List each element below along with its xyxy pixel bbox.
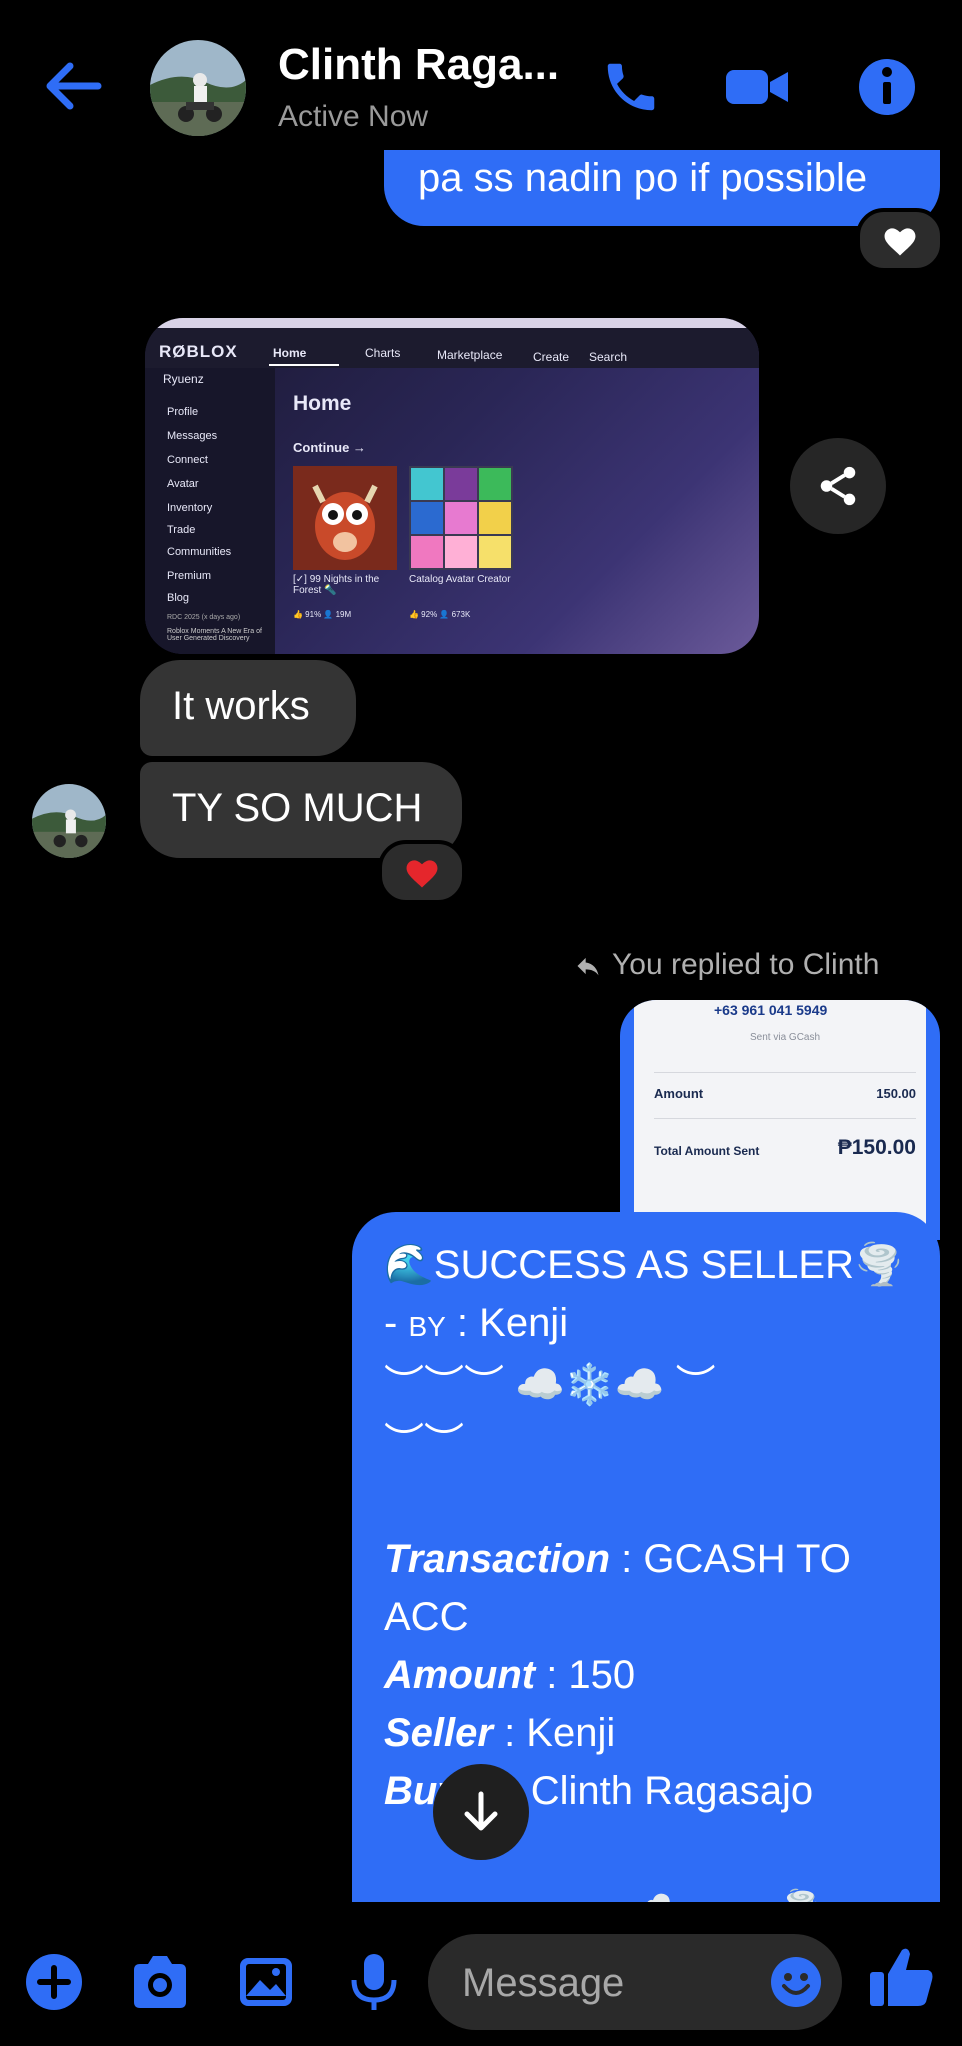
message-input[interactable] [460,1954,764,2012]
roblox-username: Ryuenz [163,372,204,386]
game-title-1: [✓] 99 Nights in the Forest 🔦 [293,574,380,596]
reaction-heart-red[interactable] [378,840,466,904]
video-call-icon[interactable] [722,56,792,118]
transaction-line: Transaction : GCASH TO ACC [384,1530,914,1646]
active-status: Active Now [278,100,429,133]
success-by-line: - BY : Kenji [384,1294,914,1356]
roblox-nav-charts: Charts [365,346,401,360]
sender-avatar[interactable] [32,784,106,858]
roblox-side-item: Blog [167,592,190,604]
roblox-side-item: Profile [167,406,199,418]
game-title-2: Catalog Avatar Creator [409,574,511,585]
thumbs-up-icon[interactable] [866,1944,936,2010]
message-input-field[interactable] [428,1934,842,2030]
roblox-blog-snippet: Roblox Moments A New Era of User Generat… [167,628,262,642]
roblox-screenshot-image[interactable]: RØBLOX Home Charts Marketplace Create Se… [145,318,759,654]
game-stats-2: 👍 92% 👤 673K [409,610,471,619]
seller-line: Seller : Kenji [384,1704,914,1762]
reply-label: You replied to Clinth [612,948,880,981]
scroll-to-bottom-button[interactable] [433,1764,529,1860]
roblox-nav-create: Create [533,350,570,364]
contact-name[interactable]: Clinth Raga... [278,40,559,90]
gcash-total-label: Total Amount Sent [654,1144,760,1158]
back-arrow-icon[interactable] [40,60,104,112]
share-icon [820,466,856,506]
gcash-total-value: ₱150.00 [837,1136,916,1159]
amount-value: : 150 [535,1653,636,1697]
roblox-home-title: Home [293,392,352,415]
by-prefix: - [384,1301,409,1345]
info-icon[interactable] [856,56,918,118]
by-name: : Kenji [445,1301,569,1345]
message-text: TY SO MUCH [172,786,423,830]
roblox-side-item: Connect [167,454,208,466]
roblox-nav-marketplace: Marketplace [437,348,503,362]
phone-call-icon[interactable] [600,56,662,118]
gcash-amount-value: 150.00 [876,1086,916,1101]
gcash-amount-label: Amount [654,1086,704,1101]
message-text: pa ss nadin po if possible [418,156,868,200]
game-thumbnail-avatar [409,466,513,570]
transaction-label: Transaction [384,1537,610,1581]
microphone-icon[interactable] [342,1952,406,2012]
decoration-line: ︶︶︶ ☁️❄️☁️ ︶ [384,1363,716,1407]
game-thumbnail-deer [293,466,397,570]
roblox-blog-note: RDC 2025 (x days ago) [167,614,241,621]
roblox-logo: RØBLOX [159,342,238,361]
roblox-continue: Continue → [293,440,366,455]
gcash-phone: +63 961 041 5949 [714,1002,828,1018]
roblox-side-item: Avatar [167,478,199,490]
gcash-sent-via: Sent via GCash [750,1032,821,1043]
amount-label: Amount [384,1653,536,1697]
amount-line: Amount : 150 [384,1646,914,1704]
sent-message-bubble[interactable]: pa ss nadin po if possible [384,150,940,226]
contact-avatar[interactable] [150,40,246,136]
game-stats-1: 👍 91% 👤 19M [293,610,352,619]
buyer-value: : Clinth Ragasajo [497,1769,814,1813]
camera-icon[interactable] [128,1952,192,2012]
roblox-nav-search: Search [589,350,628,364]
arrow-down-icon [464,1791,498,1831]
decoration-line: ︶︶ [384,1421,464,1465]
roblox-side-item: Communities [167,546,232,558]
quoted-gcash-receipt[interactable]: +63 961 041 5949 Sent via GCash Amount 1… [620,1000,940,1240]
roblox-nav-home: Home [273,346,307,360]
roblox-side-item: Premium [167,570,212,582]
gallery-icon[interactable] [234,1952,298,2012]
emoji-icon[interactable] [770,1956,822,2008]
success-title: 🌊SUCCESS AS SELLER🌪️ [384,1243,904,1287]
seller-label: Seller [384,1711,493,1755]
roblox-side-item: Messages [167,430,218,442]
received-message-bubble[interactable]: It works [140,660,356,756]
roblox-side-item: Trade [167,524,196,536]
reply-arrow-icon [574,952,602,980]
plus-icon[interactable] [22,1952,86,2012]
roblox-side-item: Inventory [167,502,213,514]
message-text: It works [172,684,310,728]
reaction-heart-white[interactable] [856,208,944,272]
share-button[interactable] [790,438,886,534]
by-label: BY [408,1311,446,1342]
seller-value: : Kenji [492,1711,616,1755]
